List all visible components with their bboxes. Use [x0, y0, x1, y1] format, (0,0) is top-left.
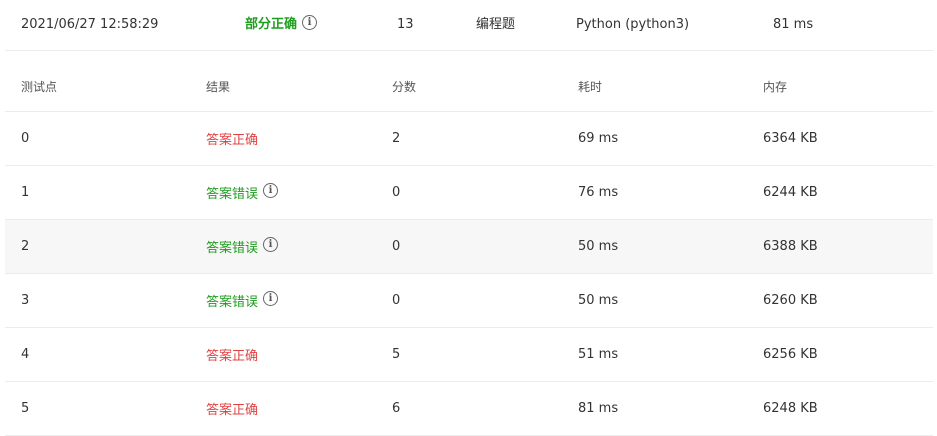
score-cell: 0 [392, 185, 401, 200]
info-icon[interactable]: i [302, 15, 318, 30]
submission-status[interactable]: 部分正确 i [245, 0, 318, 50]
time-cell: 50 ms [578, 239, 619, 254]
info-icon[interactable]: i [263, 291, 279, 306]
table-row: 5 答案正确 6 81 ms 6248 KB [5, 382, 933, 436]
score-cell: 6 [392, 401, 401, 416]
problem-type: 编程题 [476, 17, 516, 32]
test-point-cell: 1 [21, 185, 30, 200]
memory-cell: 6364 KB [763, 131, 818, 146]
test-point-cell: 5 [21, 401, 30, 416]
time-cell: 76 ms [578, 185, 619, 200]
table-row: 1 答案错误 i 0 76 ms 6244 KB [5, 166, 933, 220]
memory-cell: 6244 KB [763, 185, 818, 200]
result-label: 答案正确 [206, 349, 259, 364]
result-label[interactable]: 答案错误 [206, 183, 258, 202]
score-cell: 0 [392, 293, 401, 308]
memory-cell: 6260 KB [763, 293, 818, 308]
test-point-cell: 0 [21, 131, 30, 146]
result-cell: 答案正确 [206, 112, 258, 165]
memory-cell: 6248 KB [763, 401, 818, 416]
header-test-point: 测试点 [21, 80, 58, 94]
table-row: 3 答案错误 i 0 50 ms 6260 KB [5, 274, 933, 328]
result-cell: 答案正确 [206, 328, 258, 381]
test-point-cell: 4 [21, 347, 30, 362]
table-row: 2 答案错误 i 0 50 ms 6388 KB [5, 220, 933, 274]
table-row: 0 答案正确 2 69 ms 6364 KB [5, 112, 933, 166]
result-label: 答案正确 [206, 403, 259, 418]
result-label[interactable]: 答案错误 [206, 291, 258, 310]
header-memory: 内存 [763, 80, 788, 94]
submission-duration: 81 ms [773, 17, 814, 32]
info-icon[interactable]: i [263, 183, 279, 198]
time-cell: 81 ms [578, 401, 619, 416]
table-row: 4 答案正确 5 51 ms 6256 KB [5, 328, 933, 382]
result-cell[interactable]: 答案错误 i [206, 274, 279, 327]
submission-language: Python (python3) [576, 17, 690, 32]
memory-cell: 6256 KB [763, 347, 818, 362]
time-cell: 51 ms [578, 347, 619, 362]
test-point-cell: 2 [21, 239, 30, 254]
score-cell: 5 [392, 347, 401, 362]
submission-score: 13 [397, 17, 414, 32]
submission-time: 2021/06/27 12:58:29 [21, 17, 159, 32]
result-label[interactable]: 答案错误 [206, 237, 258, 256]
test-results-table: 测试点 结果 分数 耗时 内存 0 答案正确 2 69 ms 6364 KB 1… [5, 62, 933, 436]
submission-status-label[interactable]: 部分正确 [245, 17, 297, 32]
test-point-cell: 3 [21, 293, 30, 308]
header-time: 耗时 [578, 80, 603, 94]
score-cell: 2 [392, 131, 401, 146]
score-cell: 0 [392, 239, 401, 254]
result-cell[interactable]: 答案错误 i [206, 166, 279, 219]
time-cell: 50 ms [578, 293, 619, 308]
submission-summary-row: 2021/06/27 12:58:29 部分正确 i 13 编程题 Python … [5, 0, 933, 51]
result-cell: 答案正确 [206, 382, 258, 435]
time-cell: 69 ms [578, 131, 619, 146]
result-label: 答案正确 [206, 133, 259, 148]
header-score: 分数 [392, 80, 417, 94]
table-header: 测试点 结果 分数 耗时 内存 [5, 62, 933, 112]
header-result: 结果 [206, 80, 231, 94]
result-cell[interactable]: 答案错误 i [206, 220, 279, 273]
info-icon[interactable]: i [263, 237, 279, 252]
memory-cell: 6388 KB [763, 239, 818, 254]
